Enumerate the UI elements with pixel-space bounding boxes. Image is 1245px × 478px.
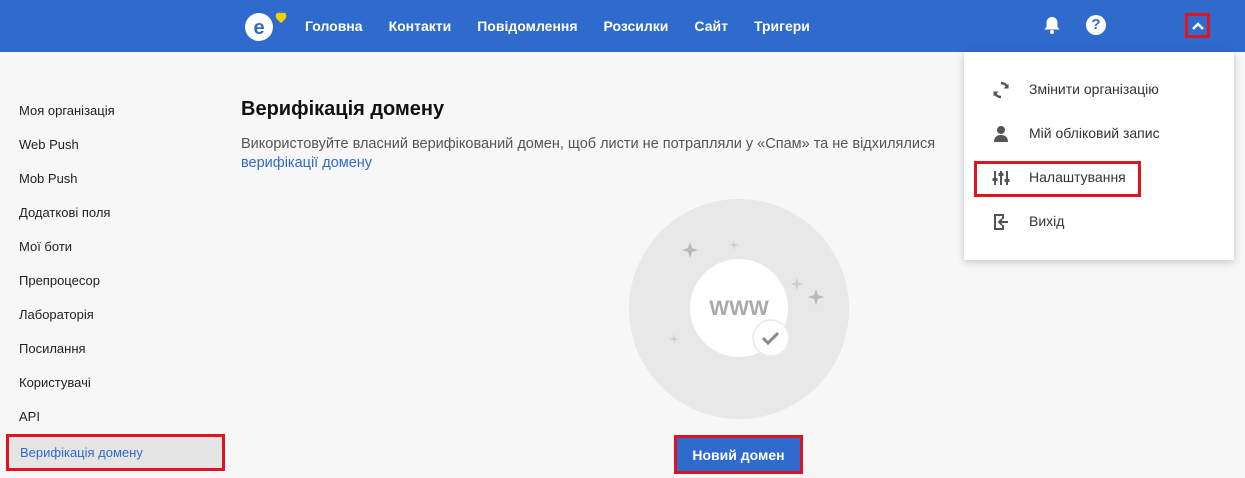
nav-messages[interactable]: Повідомлення <box>477 18 577 34</box>
sidebar-item-domain-verification[interactable]: Верифікація домену <box>6 434 225 471</box>
menu-item-label: Вихід <box>1029 213 1065 229</box>
sidebar-item-my-organization[interactable]: Моя організація <box>0 94 230 128</box>
logout-icon <box>994 214 1008 230</box>
nav-triggers[interactable]: Тригери <box>754 18 810 34</box>
question-icon[interactable]: ? <box>1086 15 1106 35</box>
bell-icon[interactable] <box>1042 15 1062 35</box>
menu-item-label: Мій обліковий запис <box>1029 125 1160 141</box>
nav-contacts[interactable]: Контакти <box>389 18 452 34</box>
www-illustration: WWW <box>629 199 849 419</box>
settings-sidebar: Моя організація Web Push Mob Push Додатк… <box>0 94 230 471</box>
illustration-text: WWW <box>709 297 769 320</box>
top-navigation-bar: e Головна Контакти Повідомлення Розсилки… <box>0 0 1245 52</box>
menu-item-change-organization[interactable]: Змінити організацію <box>964 68 1234 112</box>
sidebar-item-my-bots[interactable]: Мої боти <box>0 230 230 264</box>
sidebar-item-api[interactable]: API <box>0 400 230 434</box>
page-title: Верифікація домену <box>241 98 445 120</box>
sidebar-item-web-push[interactable]: Web Push <box>0 128 230 162</box>
nav-mailings[interactable]: Розсилки <box>604 18 669 34</box>
sidebar-item-mob-push[interactable]: Mob Push <box>0 162 230 196</box>
logo-icon[interactable]: e <box>243 7 291 43</box>
domain-verification-link[interactable]: верифікації домену <box>241 155 372 171</box>
menu-item-label: Змінити організацію <box>1029 81 1159 97</box>
main-nav: Головна Контакти Повідомлення Розсилки С… <box>305 0 836 52</box>
menu-item-my-account[interactable]: Мій обліковий запис <box>964 112 1234 156</box>
new-domain-button-highlight: Новий домен <box>674 435 803 474</box>
sidebar-item-users[interactable]: Користувачі <box>0 366 230 400</box>
sidebar-item-laboratory[interactable]: Лабораторія <box>0 298 230 332</box>
page-description: Використовуйте власний верифікований дом… <box>241 136 936 152</box>
svg-text:e: e <box>253 17 264 39</box>
sidebar-item-links[interactable]: Посилання <box>0 332 230 366</box>
user-dropdown-menu: Змінити організацію Мій обліковий запис … <box>964 52 1234 260</box>
menu-item-logout[interactable]: Вихід <box>964 200 1234 244</box>
sidebar-item-additional-fields[interactable]: Додаткові поля <box>0 196 230 230</box>
person-icon <box>994 126 1008 142</box>
new-domain-button[interactable]: Новий домен <box>677 438 800 471</box>
nav-home[interactable]: Головна <box>305 18 363 34</box>
user-menu-toggle[interactable] <box>1185 13 1210 38</box>
sync-icon <box>993 81 1009 99</box>
chevron-up-icon <box>1191 21 1204 30</box>
nav-site[interactable]: Сайт <box>694 18 728 34</box>
sidebar-item-preprocessor[interactable]: Препроцесор <box>0 264 230 298</box>
settings-highlight-box <box>974 161 1141 197</box>
